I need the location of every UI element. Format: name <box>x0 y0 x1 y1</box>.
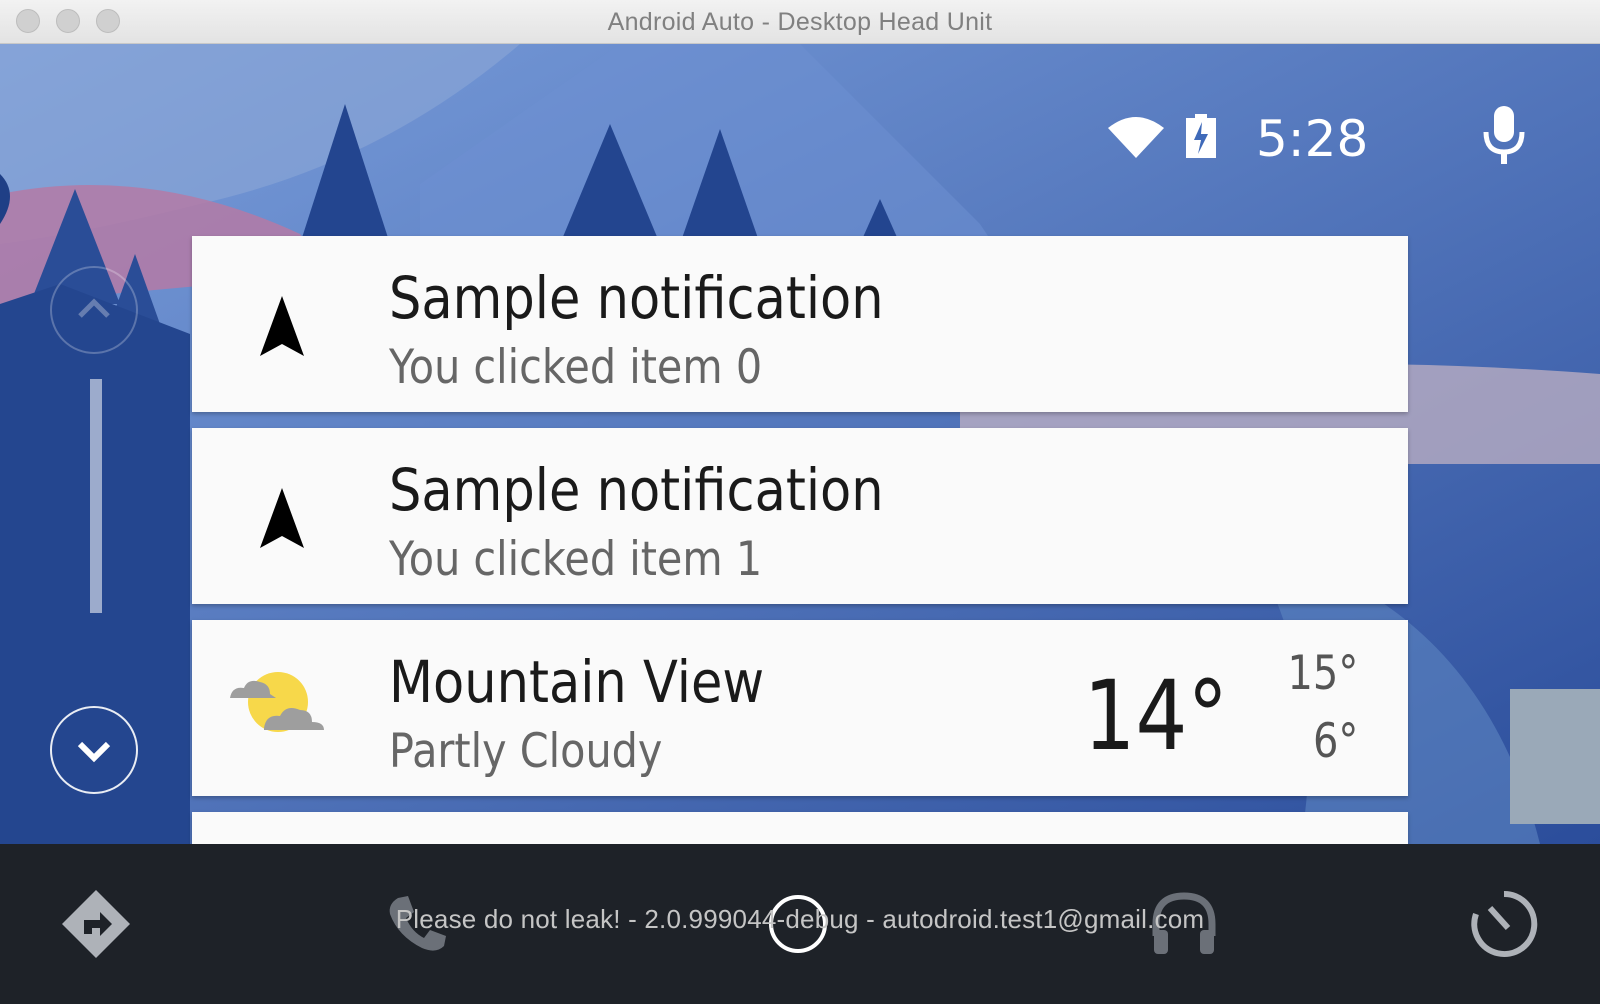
notification-subtitle: You clicked item 0 <box>389 340 763 395</box>
notification-card[interactable]: Sample notification You clicked item 0 <box>192 236 1408 412</box>
notification-card[interactable]: Sample notification You clicked item 1 <box>192 428 1408 604</box>
low-temperature: 6° <box>1312 714 1358 769</box>
clock: 5:28 <box>1256 110 1369 168</box>
microphone-icon[interactable] <box>1482 106 1526 166</box>
scroll-indicator <box>90 379 102 613</box>
notification-card-partial[interactable] <box>192 812 1408 844</box>
window-title: Android Auto - Desktop Head Unit <box>607 8 993 36</box>
notification-title: Sample notification <box>389 456 884 524</box>
debug-watermark: Please do not leak! - 2.0.999044-debug -… <box>395 904 1205 934</box>
notification-title: Sample notification <box>389 264 884 332</box>
weather-location: Mountain View <box>389 648 765 716</box>
notification-subtitle: You clicked item 1 <box>389 532 763 587</box>
scroll-down-button[interactable] <box>50 706 138 794</box>
battery-charging-icon <box>1186 114 1216 158</box>
window-title-bar: Android Auto - Desktop Head Unit <box>0 0 1600 44</box>
high-temperature: 15° <box>1287 646 1358 701</box>
head-unit-screen: 5:28 Sample notification You clicked ite… <box>0 44 1600 844</box>
weather-card[interactable]: Mountain View Partly Cloudy 14° 15° 6° <box>192 620 1408 796</box>
navigation-arrow-icon <box>260 296 304 356</box>
chevron-up-icon <box>78 298 110 318</box>
scroll-up-button[interactable] <box>50 266 138 354</box>
navigation-arrow-icon <box>260 488 304 548</box>
partly-cloudy-icon <box>230 672 324 732</box>
chevron-down-icon <box>77 741 111 763</box>
wifi-icon <box>1108 117 1164 158</box>
current-temperature: 14° <box>1083 660 1228 772</box>
weather-condition: Partly Cloudy <box>389 724 663 779</box>
navigation-bar: Please do not leak! - 2.0.999044-debug -… <box>0 844 1600 1004</box>
